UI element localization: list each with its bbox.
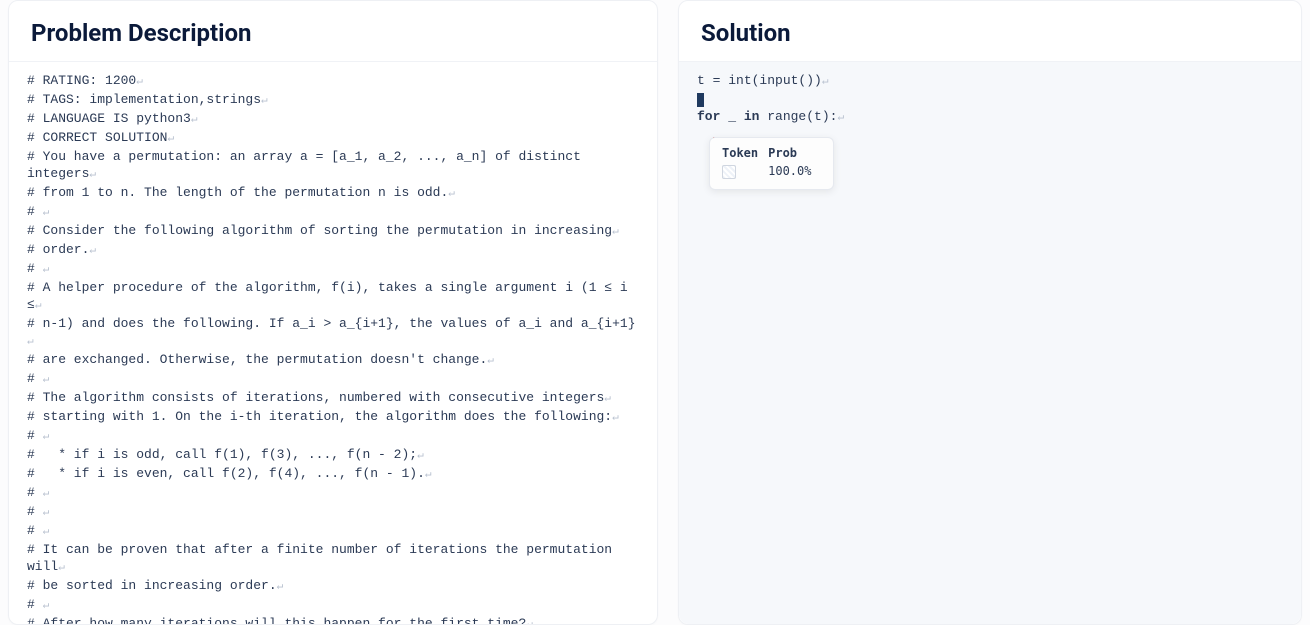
tooltip-prob-cell: 100.0% [768,162,821,181]
tooltip-header-prob: Prob [768,144,821,162]
problem-body: # RATING: 1200↵ # TAGS: implementation,s… [9,62,657,624]
solution-panel: Solution t = int(input())↵ for _ in rang… [678,0,1302,625]
newline-icon: ↵ [43,488,50,500]
token-probability-tooltip: Token Prob 100.0% [709,137,834,190]
newline-icon: ↵ [448,188,455,200]
newline-icon: ↵ [612,226,619,238]
newline-icon: ↵ [604,393,611,405]
newline-icon: ↵ [89,245,96,257]
tooltip-token-cell [722,162,768,181]
code-keyword: in [744,109,760,124]
newline-icon: ↵ [43,264,50,276]
newline-icon: ↵ [89,169,96,181]
newline-icon: ↵ [417,450,424,462]
newline-icon: ↵ [43,526,50,538]
newline-icon: ↵ [487,355,494,367]
newline-icon: ↵ [191,114,198,126]
newline-icon: ↵ [837,112,844,124]
problem-panel: Problem Description # RATING: 1200↵ # TA… [8,0,658,625]
problem-title: Problem Description [9,1,657,62]
code-text: range(t): [759,109,837,124]
newline-icon: ↵ [35,300,42,312]
code-text: t = [697,73,728,88]
newline-icon: ↵ [27,336,34,348]
newline-icon: ↵ [526,619,533,624]
tooltip-table: Token Prob 100.0% [722,144,821,181]
text-cursor [697,93,704,107]
solution-title: Solution [679,1,1301,62]
newline-icon: ↵ [43,431,50,443]
newline-icon: ↵ [277,581,284,593]
code-text: int(input()) [728,73,822,88]
newline-icon: ↵ [43,600,50,612]
solution-code[interactable]: t = int(input())↵ for _ in range(t):↵ [697,72,1283,144]
newline-icon: ↵ [43,207,50,219]
newline-icon: ↵ [822,76,829,88]
newline-icon: ↵ [43,507,50,519]
newline-icon: ↵ [43,374,50,386]
newline-icon: ↵ [261,95,268,107]
token-swatch-icon [722,165,736,179]
table-row: Token Prob [722,144,821,162]
newline-icon: ↵ [136,76,143,88]
solution-body: t = int(input())↵ for _ in range(t):↵ To… [679,62,1301,624]
newline-icon: ↵ [612,412,619,424]
code-text: _ [720,109,743,124]
main-container: Problem Description # RATING: 1200↵ # TA… [0,0,1310,625]
tooltip-header-token: Token [722,144,768,162]
code-keyword: for [697,109,720,124]
newline-icon: ↵ [58,562,65,574]
newline-icon: ↵ [167,133,174,145]
newline-icon: ↵ [425,469,432,481]
table-row: 100.0% [722,162,821,181]
problem-text[interactable]: # RATING: 1200↵ # TAGS: implementation,s… [27,72,639,624]
